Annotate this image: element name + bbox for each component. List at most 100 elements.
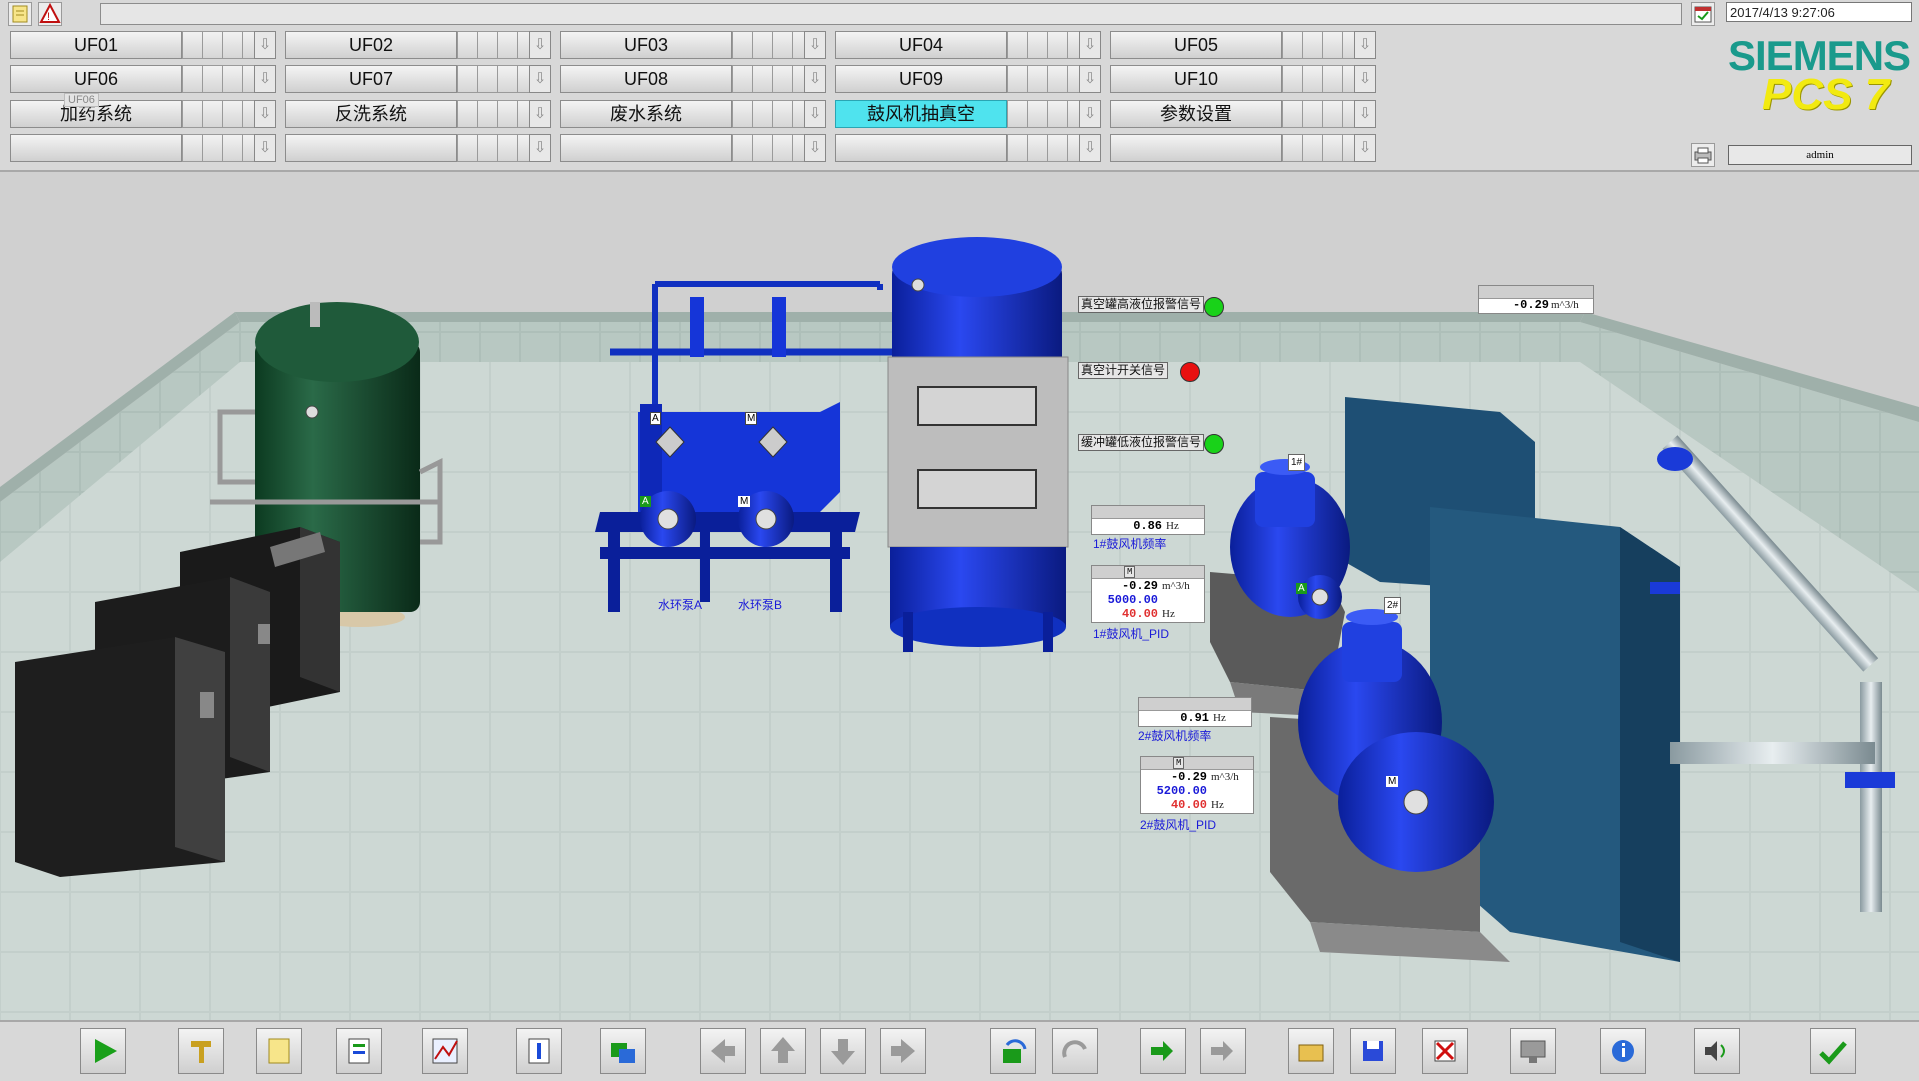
arrow-down-icon[interactable] — [820, 1028, 866, 1074]
wrench-icon[interactable] — [178, 1028, 224, 1074]
blower1-mode[interactable]: M — [1124, 566, 1136, 578]
area-down-arrow-icon[interactable]: ⇩ — [254, 100, 276, 128]
area-button[interactable] — [560, 134, 732, 162]
area-down-arrow-icon[interactable]: ⇩ — [1079, 100, 1101, 128]
blower2-tag: 2# — [1384, 597, 1402, 614]
blower2-pid-out-unit: Hz — [1211, 799, 1224, 811]
play-icon[interactable] — [80, 1028, 126, 1074]
acknowledge-icon[interactable] — [1810, 1028, 1856, 1074]
blower2-mode[interactable]: M — [1173, 757, 1185, 769]
vacuum-high-level-led[interactable] — [1204, 297, 1224, 317]
arrow-up-icon[interactable] — [760, 1028, 806, 1074]
save-icon[interactable] — [1350, 1028, 1396, 1074]
alarm-warning-icon[interactable]: ! — [38, 2, 62, 26]
area-button[interactable] — [1110, 134, 1282, 162]
area-button[interactable]: 废水系统 — [560, 100, 732, 128]
area-down-arrow-icon[interactable]: ⇩ — [1354, 31, 1376, 59]
area-down-arrow-icon[interactable]: ⇩ — [254, 31, 276, 59]
arrow-left-icon[interactable] — [700, 1028, 746, 1074]
blower2-freq-value: 0.91 — [1180, 711, 1209, 725]
area-button[interactable]: 鼓风机抽真空 — [835, 100, 1007, 128]
area-button[interactable]: UF07 — [285, 65, 457, 93]
blower1-pid-out: 40.00 — [1121, 607, 1158, 621]
area-down-arrow-icon[interactable]: ⇩ — [1354, 100, 1376, 128]
area-down-arrow-icon[interactable]: ⇩ — [1079, 31, 1101, 59]
message-line — [100, 3, 1682, 25]
area-button[interactable] — [285, 134, 457, 162]
pump-b-motor-letter[interactable]: M — [738, 496, 751, 507]
area-down-arrow-icon[interactable]: ⇩ — [529, 100, 551, 128]
area-row: 加药系统 ⇩ 反洗系统 ⇩ 废水系统 ⇩ 鼓风机抽真空 ⇩ 参数设置 ⇩ — [10, 100, 1686, 130]
blower2-freq-faceplate[interactable]: 0.91 Hz — [1138, 697, 1252, 727]
area-down-arrow-icon[interactable]: ⇩ — [804, 100, 826, 128]
report-icon[interactable] — [336, 1028, 382, 1074]
blower1-freq-faceplate[interactable]: 0.86 Hz — [1091, 505, 1205, 535]
area-button[interactable] — [835, 134, 1007, 162]
area-down-arrow-icon[interactable]: ⇩ — [529, 31, 551, 59]
monitor-icon[interactable] — [1510, 1028, 1556, 1074]
pump-a-motor-letter[interactable]: A — [640, 496, 651, 507]
buffer-low-level-label: 缓冲罐低液位报警信号 — [1078, 434, 1205, 451]
buffer-low-level-led[interactable] — [1204, 434, 1224, 454]
blower2-pid-faceplate[interactable]: M -0.29 m^3/h 5200.00 40.00 Hz — [1140, 756, 1254, 814]
blower2-pid-out: 40.00 — [1170, 798, 1207, 812]
area-button[interactable]: 反洗系统 — [285, 100, 457, 128]
area-row: UF06 ⇩ UF07 ⇩ UF08 ⇩ UF09 ⇩ UF10 ⇩ — [10, 65, 1686, 95]
blower2-motor-letter[interactable]: M — [1386, 776, 1399, 787]
note-icon[interactable] — [256, 1028, 302, 1074]
area-button[interactable]: UF01 — [10, 31, 182, 59]
screen-swap-icon[interactable] — [600, 1028, 646, 1074]
blower2-pid-label: 2#鼓风机_PID — [1140, 818, 1217, 832]
area-button[interactable]: UF05 — [1110, 31, 1282, 59]
area-button[interactable] — [10, 134, 182, 162]
blower1-tag: 1# — [1288, 454, 1306, 471]
export-icon[interactable] — [1200, 1028, 1246, 1074]
redo-icon[interactable] — [1052, 1028, 1098, 1074]
refresh-icon[interactable] — [990, 1028, 1036, 1074]
blower2-pid-pv: -0.29 — [1170, 770, 1207, 784]
area-button[interactable]: UF04 — [835, 31, 1007, 59]
blower1-freq-unit: Hz — [1166, 520, 1179, 532]
arrow-right-icon[interactable] — [880, 1028, 926, 1074]
printer-icon[interactable] — [1691, 143, 1715, 167]
thermometer-icon[interactable] — [516, 1028, 562, 1074]
area-down-arrow-icon[interactable]: ⇩ — [804, 65, 826, 93]
area-down-arrow-icon[interactable]: ⇩ — [1354, 65, 1376, 93]
notepad-icon[interactable] — [8, 2, 32, 26]
open-folder-icon[interactable] — [1288, 1028, 1334, 1074]
trend-icon[interactable] — [422, 1028, 468, 1074]
area-down-arrow-icon[interactable]: ⇩ — [254, 65, 276, 93]
area-cell: ⇩ — [1110, 134, 1437, 164]
vacuum-switch-led[interactable] — [1180, 362, 1200, 382]
blower1-motor-letter[interactable]: A — [1296, 583, 1307, 594]
blower2-freq-unit: Hz — [1213, 712, 1226, 724]
area-down-arrow-icon[interactable]: ⇩ — [529, 134, 551, 162]
blower1-pid-pv: -0.29 — [1121, 579, 1158, 593]
delete-icon[interactable] — [1422, 1028, 1468, 1074]
calendar-check-icon[interactable] — [1691, 2, 1715, 26]
flow-top-unit: m^3/h — [1551, 299, 1579, 311]
area-button[interactable]: UF08 — [560, 65, 732, 93]
area-button[interactable]: UF09 — [835, 65, 1007, 93]
import-icon[interactable] — [1140, 1028, 1186, 1074]
area-button[interactable]: UF02 — [285, 31, 457, 59]
area-cell: UF10 ⇩ — [1110, 65, 1437, 95]
area-down-arrow-icon[interactable]: ⇩ — [1079, 65, 1101, 93]
flow-faceplate-top[interactable]: -0.29 m^3/h — [1478, 285, 1594, 314]
area-button[interactable]: UF10 — [1110, 65, 1282, 93]
pcs7-logo: PCS 7 — [1762, 70, 1890, 119]
area-down-arrow-icon[interactable]: ⇩ — [804, 31, 826, 59]
sound-icon[interactable] — [1694, 1028, 1740, 1074]
area-down-arrow-icon[interactable]: ⇩ — [529, 65, 551, 93]
area-button[interactable]: UF03 — [560, 31, 732, 59]
area-down-arrow-icon[interactable]: ⇩ — [804, 134, 826, 162]
area-down-arrow-icon[interactable]: ⇩ — [1079, 134, 1101, 162]
area-button[interactable]: UF06 — [10, 65, 182, 93]
pump-a-mode-a[interactable]: A — [650, 412, 661, 425]
area-button[interactable]: 参数设置 — [1110, 100, 1282, 128]
info-icon[interactable] — [1600, 1028, 1646, 1074]
area-down-arrow-icon[interactable]: ⇩ — [1354, 134, 1376, 162]
pump-b-mode-m[interactable]: M — [745, 412, 758, 425]
blower1-pid-faceplate[interactable]: M -0.29 m^3/h 5000.00 40.00 Hz — [1091, 565, 1205, 623]
area-down-arrow-icon[interactable]: ⇩ — [254, 134, 276, 162]
